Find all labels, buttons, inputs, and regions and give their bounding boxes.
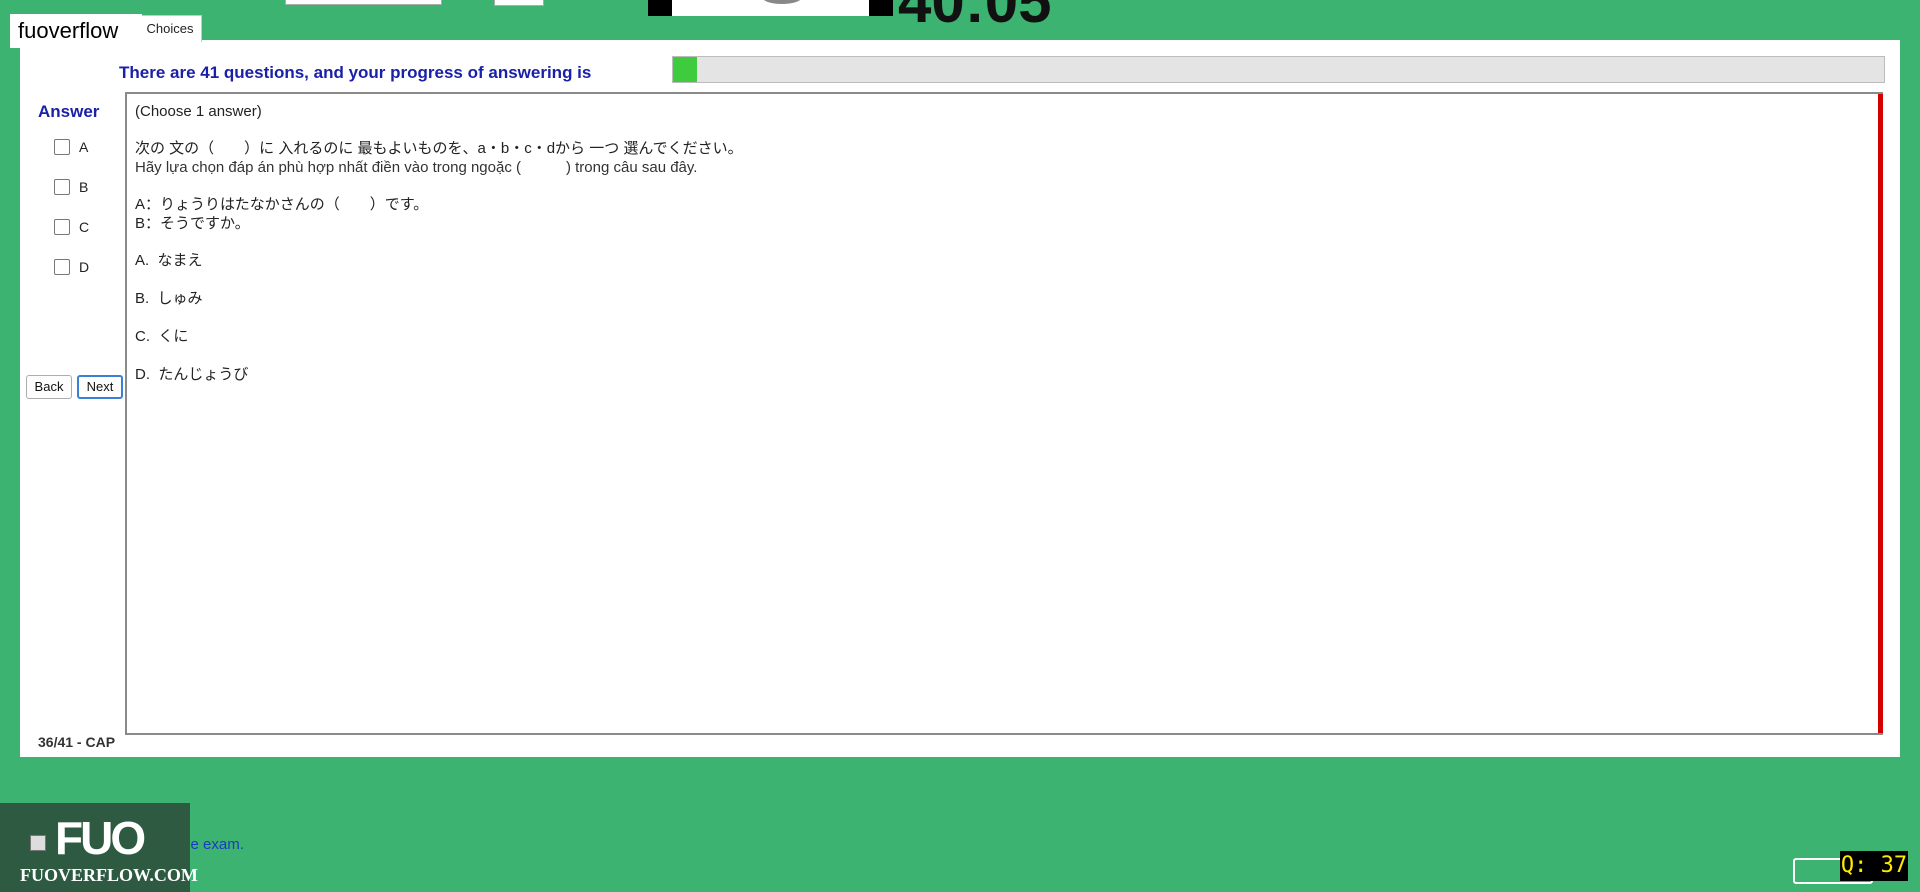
question-instruction: (Choose 1 answer) — [135, 103, 262, 120]
answer-option-b[interactable]: B — [54, 179, 88, 195]
progress-label: There are 41 questions, and your progres… — [119, 63, 592, 82]
answer-option-c[interactable]: C — [54, 219, 89, 235]
answer-option-a[interactable]: A — [54, 139, 88, 155]
question-option: A. なまえ — [135, 251, 743, 270]
question-option: D. たんじょうび — [135, 365, 743, 384]
question-option: B. しゅみ — [135, 289, 743, 308]
answer-option-label: A — [79, 139, 89, 155]
answer-title: Answer — [38, 102, 100, 121]
question-box: (Choose 1 answer) 次の 文の（ ）に 入れるのに 最もよいもの… — [125, 92, 1883, 735]
progress-fill — [673, 57, 698, 82]
question-counter: Q: 37 — [1840, 851, 1908, 881]
checkbox[interactable] — [54, 259, 70, 275]
checkbox[interactable] — [54, 179, 70, 195]
option-letter: A. — [135, 252, 150, 269]
back-button[interactable]: Back — [26, 375, 72, 399]
finish-exam-checkbox[interactable] — [30, 835, 46, 851]
option-letter: D. — [135, 366, 150, 383]
scroll-indicator[interactable] — [1878, 94, 1883, 733]
tab-choices[interactable]: Choices — [138, 15, 202, 42]
option-text: たんじょうび — [158, 366, 249, 383]
question-content: (Choose 1 answer) 次の 文の（ ）に 入れるのに 最もよいもの… — [135, 102, 743, 403]
answer-option-label: B — [79, 179, 89, 195]
dialog-line-b: B：そうですか。 — [135, 215, 250, 232]
option-letter: C. — [135, 328, 150, 345]
watermark-label: fuoverflow — [10, 14, 142, 48]
logo-site: FUOVERFLOW.COM — [20, 865, 198, 885]
timer-indicator — [648, 0, 893, 16]
question-option: C. くに — [135, 327, 743, 346]
question-prompt-jp: 次の 文の（ ）に 入れるのに 最もよいものを、a・b・c・dから 一つ 選んで… — [135, 140, 743, 157]
answer-option-label: D — [79, 259, 90, 275]
checkbox[interactable] — [54, 219, 70, 235]
progress-bar — [672, 56, 1885, 83]
question-prompt-vi: Hãy lựa chọn đáp án phù hợp nhất điền và… — [135, 159, 698, 176]
checkbox[interactable] — [54, 139, 70, 155]
timer-text: 40:05 — [898, 0, 1052, 35]
answer-option-d[interactable]: D — [54, 259, 89, 275]
timer-graphic — [762, 0, 802, 4]
option-text: しゅみ — [157, 290, 203, 307]
logo-text: FUO — [55, 812, 146, 864]
answer-option-label: C — [79, 219, 90, 235]
dialog-line-a: A：りょうりはたなかさんの（ ）です。 — [135, 196, 429, 213]
option-text: なまえ — [157, 252, 203, 269]
question-status: 36/41 - CAP — [38, 734, 116, 750]
top-input-field[interactable] — [285, 0, 442, 5]
option-text: くに — [158, 328, 189, 345]
next-button[interactable]: Next — [77, 375, 123, 399]
option-letter: B. — [135, 290, 150, 307]
fuoverflow-logo: FUO FUOVERFLOW.COM — [0, 803, 198, 892]
top-small-control[interactable] — [494, 0, 544, 6]
